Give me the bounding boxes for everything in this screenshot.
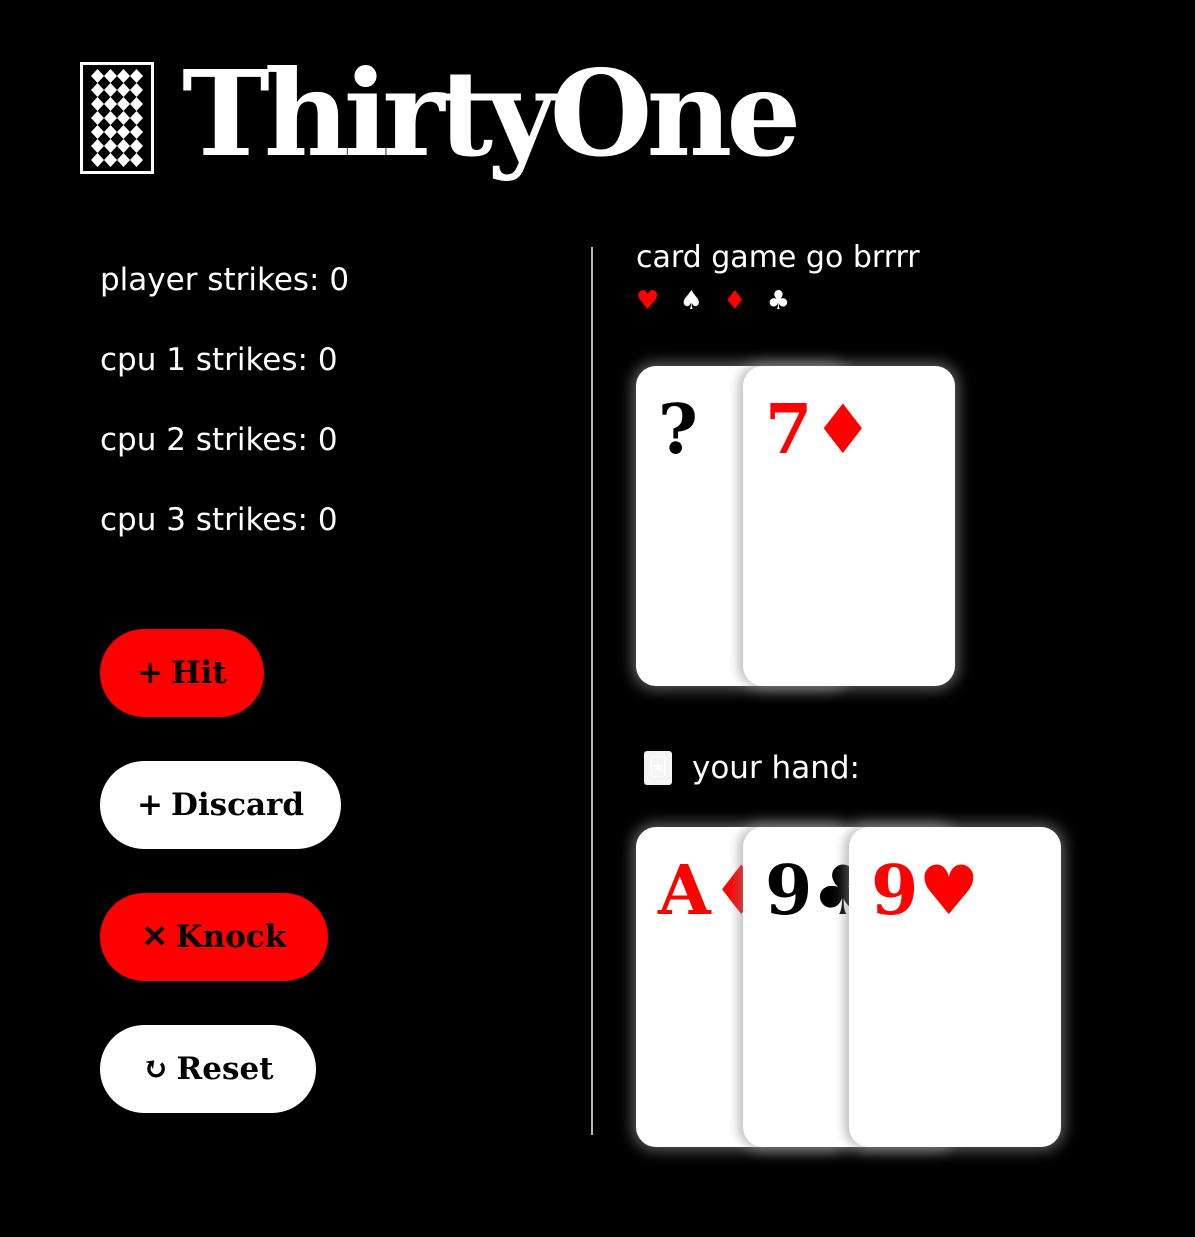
strikes-panel: player strikes: 0 cpu 1 strikes: 0 cpu 2… <box>100 240 560 560</box>
tagline: card game go brrrr <box>636 240 920 275</box>
knock-label: Knock <box>175 919 287 955</box>
header: ThirtyOne <box>80 55 801 174</box>
discard-pile-card[interactable]: 7♦ <box>743 366 955 686</box>
hand-card[interactable]: 9♥ <box>849 827 1061 1147</box>
cpu-2-strikes: cpu 2 strikes: 0 <box>100 422 338 458</box>
diamond-icon: ♦ <box>723 286 753 316</box>
cpu-3-strikes: cpu 3 strikes: 0 <box>100 502 338 538</box>
discard-label: Discard <box>170 787 305 823</box>
close-icon: ✕ <box>141 919 168 955</box>
hand-label-text: your hand: <box>692 750 860 786</box>
heart-icon: ♥ <box>636 286 666 316</box>
hand-label: 🃏 your hand: <box>644 750 860 786</box>
plus-icon: + <box>137 655 164 691</box>
club-icon: ♣ <box>766 286 797 316</box>
discard-button[interactable]: + Discard <box>100 761 341 849</box>
hit-button[interactable]: + Hit <box>100 629 264 717</box>
refresh-icon: ↻ <box>142 1051 169 1087</box>
player-strikes: player strikes: 0 <box>100 262 350 298</box>
hit-label: Hit <box>171 655 227 691</box>
suit-row: ♥ ♠ ♦ ♣ <box>636 286 796 316</box>
joker-card-icon: 🃏 <box>644 751 672 785</box>
panel-divider <box>591 247 593 1135</box>
reset-button[interactable]: ↻ Reset <box>100 1025 316 1113</box>
cpu-1-strikes: cpu 1 strikes: 0 <box>100 342 338 378</box>
card-back-icon <box>80 62 154 174</box>
plus-icon: + <box>136 787 163 823</box>
spade-icon: ♠ <box>679 286 709 316</box>
reset-label: Reset <box>176 1051 274 1087</box>
knock-button[interactable]: ✕ Knock <box>100 893 328 981</box>
app-title: ThirtyOne <box>182 44 801 183</box>
